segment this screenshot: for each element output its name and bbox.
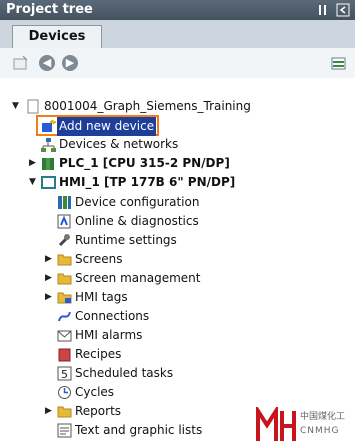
tree-row-recipes[interactable]: Recipes [0,345,355,364]
expand-arrow-icon[interactable]: ▶ [45,273,55,283]
pin-icon[interactable] [316,3,330,17]
project-tree-panel: ◀ ▶ ▼ 8001004_Graph_Siemens_Training Add… [0,48,355,444]
back-icon[interactable]: ◀ [39,55,55,71]
tree-label: Runtime settings [75,233,177,247]
diagnostics-icon [57,214,72,229]
folder-icon [57,404,72,419]
tree-label: 8001004_Graph_Siemens_Training [44,99,251,113]
toolbar: ◀ ▶ [0,48,355,78]
network-icon [41,137,56,152]
tree-label: Connections [75,309,150,323]
collapse-arrow-icon[interactable]: ▼ [29,177,39,187]
tree-label: Screen management [75,271,201,285]
runtime-settings-icon [57,233,72,248]
tree-label: Reports [75,404,122,418]
watermark: 中国煤化工 CNMHG [255,405,355,444]
alarms-icon [57,328,72,343]
add-device-icon [41,119,56,134]
tree-row-connections[interactable]: Connections [0,307,355,326]
folder-icon [57,271,72,286]
tree-row-cycles[interactable]: Cycles [0,383,355,402]
overview-icon[interactable] [331,55,347,71]
tree-row-plc[interactable]: ▶ PLC_1 [CPU 315-2 PN/DP] [0,154,355,173]
expand-arrow-icon[interactable]: ▶ [45,292,55,302]
tree-row-runtime-settings[interactable]: Runtime settings [0,231,355,250]
tree-label: HMI tags [75,290,128,304]
expand-arrow-icon[interactable]: ▶ [29,158,39,168]
connections-icon [57,309,72,324]
text-lists-icon [57,423,72,438]
tree-row-screens[interactable]: ▶ Screens [0,250,355,269]
tab-devices[interactable]: Devices [12,25,102,49]
tree-label: PLC_1 [CPU 315-2 PN/DP] [59,156,230,170]
tree-label: Cycles [75,385,115,399]
tree-row-hmi-alarms[interactable]: HMI alarms [0,326,355,345]
tree-label: Add new device [57,117,157,136]
add-group-icon[interactable] [13,55,29,71]
hmi-icon [41,175,56,190]
expand-arrow-icon[interactable]: ▼ [12,101,22,111]
tab-strip: Devices [0,20,355,49]
folder-icon [57,252,72,267]
expand-arrow-icon[interactable]: ▶ [45,406,55,416]
tree-row-scheduled-tasks[interactable]: 5 Scheduled tasks [0,364,355,383]
tree-row-devices-networks[interactable]: Devices & networks [0,135,355,154]
tree-label: Devices & networks [59,137,179,151]
tree-label: Recipes [75,347,122,361]
tree-row-add-device[interactable]: Add new device [0,115,355,136]
watermark-cn: 中国煤化工 [300,412,346,422]
tree-label: Online & diagnostics [75,214,199,228]
tree-label: Device configuration [75,195,200,209]
forward-icon[interactable]: ▶ [62,55,78,71]
watermark-logo-icon [256,407,296,441]
tree-label: Scheduled tasks [75,366,174,380]
tree-row-hmi-tags[interactable]: ▶ HMI tags [0,288,355,307]
collapse-icon[interactable] [336,3,350,17]
tree-row-project[interactable]: ▼ 8001004_Graph_Siemens_Training [0,97,355,116]
tree-label: Text and graphic lists [75,423,203,437]
tree-row-screen-management[interactable]: ▶ Screen management [0,269,355,288]
panel-title: Project tree [6,2,93,17]
tree-label: Screens [75,252,123,266]
svg-text:5: 5 [61,368,68,381]
tree-label: HMI_1 [TP 177B 6" PN/DP] [59,175,236,189]
tree-label: HMI alarms [75,328,143,342]
expand-arrow-icon[interactable]: ▶ [45,254,55,264]
tasks-icon: 5 [57,366,72,381]
tree-row-online-diagnostics[interactable]: Online & diagnostics [0,212,355,231]
recipes-icon [57,347,72,362]
tree-row-hmi[interactable]: ▼ HMI_1 [TP 177B 6" PN/DP] [0,173,355,192]
tree-row-device-configuration[interactable]: Device configuration [0,193,355,212]
device-config-icon [57,195,72,210]
plc-icon [41,156,56,171]
title-bar: Project tree [0,0,355,20]
hmi-tags-icon [57,290,72,305]
project-icon [26,99,41,114]
watermark-en: CNMHG [300,426,340,436]
cycles-icon [57,385,72,400]
